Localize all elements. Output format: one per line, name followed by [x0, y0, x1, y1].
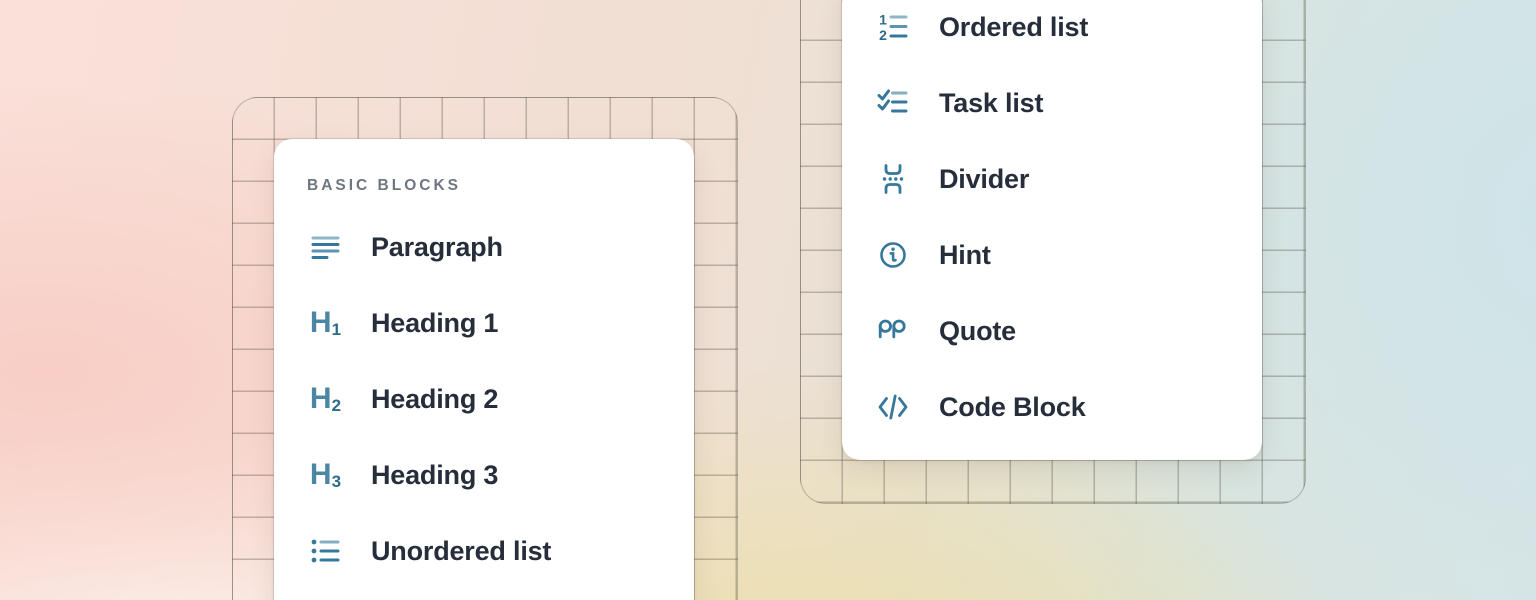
more-blocks-menu: 12 Ordered list Task list Divider Hint Quote C… — [842, 0, 1262, 460]
menu-item-heading-3[interactable]: H3 Heading 3 — [274, 437, 694, 513]
heading-2-icon: H2 — [307, 382, 343, 416]
heading-3-icon: H3 — [307, 458, 343, 492]
basic-blocks-section-label: BASIC BLOCKS — [307, 177, 661, 195]
menu-item-label: Ordered list — [939, 12, 1088, 43]
basic-blocks-item-list: Paragraph H1 Heading 1 H2 Heading 2 H3 Heading… — [274, 209, 694, 589]
paragraph-icon — [307, 230, 343, 264]
menu-item-label: Task list — [939, 88, 1043, 119]
task-list-icon — [875, 86, 911, 120]
ordered-list-icon: 12 — [875, 10, 911, 44]
menu-item-label: Unordered list — [371, 536, 551, 567]
hint-icon — [875, 238, 911, 272]
menu-item-label: Quote — [939, 316, 1016, 347]
menu-item-label: Heading 2 — [371, 384, 498, 415]
menu-item-label: Paragraph — [371, 232, 503, 263]
heading-1-icon: H1 — [307, 306, 343, 340]
code-block-icon — [875, 390, 911, 424]
svg-text:1: 1 — [879, 12, 887, 28]
menu-item-hint[interactable]: Hint — [842, 217, 1262, 293]
menu-item-task-list[interactable]: Task list — [842, 65, 1262, 141]
basic-blocks-menu: BASIC BLOCKS Paragraph H1 Heading 1 H2 Headi… — [274, 139, 694, 600]
quote-icon — [875, 314, 911, 348]
menu-item-label: Code Block — [939, 392, 1086, 423]
svg-text:2: 2 — [879, 27, 887, 43]
divider-icon — [875, 162, 911, 196]
unordered-list-icon — [307, 534, 343, 568]
menu-item-label: Heading 3 — [371, 460, 498, 491]
menu-item-code-block[interactable]: Code Block — [842, 369, 1262, 445]
menu-item-paragraph[interactable]: Paragraph — [274, 209, 694, 285]
menu-item-ordered-list[interactable]: 12 Ordered list — [842, 0, 1262, 65]
menu-item-divider[interactable]: Divider — [842, 141, 1262, 217]
menu-item-label: Divider — [939, 164, 1029, 195]
menu-item-heading-1[interactable]: H1 Heading 1 — [274, 285, 694, 361]
menu-item-label: Hint — [939, 240, 991, 271]
more-blocks-item-list: 12 Ordered list Task list Divider Hint Quote C… — [842, 0, 1262, 445]
menu-item-label: Heading 1 — [371, 308, 498, 339]
menu-item-quote[interactable]: Quote — [842, 293, 1262, 369]
menu-item-unordered-list[interactable]: Unordered list — [274, 513, 694, 589]
menu-item-heading-2[interactable]: H2 Heading 2 — [274, 361, 694, 437]
block-picker-illustration: BASIC BLOCKS Paragraph H1 Heading 1 H2 Headi… — [0, 0, 1536, 600]
